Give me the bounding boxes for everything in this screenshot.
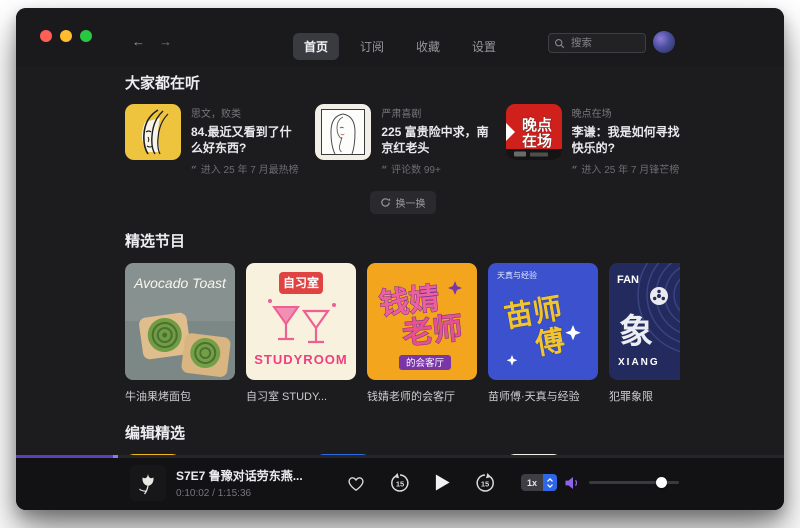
show-caption: 牛油果烤面包 [125, 388, 235, 404]
show-item[interactable]: FAN 象 XIANG 犯罪象限 [609, 263, 680, 404]
svg-text:15: 15 [396, 479, 404, 488]
back-button[interactable]: ← [132, 34, 145, 49]
tab-home[interactable]: 首页 [293, 33, 339, 60]
volume-slider[interactable] [589, 481, 679, 484]
avatar[interactable] [653, 31, 675, 53]
episode-card[interactable]: 思文，败类 84.最近又看到了什么好东西? “ 进入 25 年 7 月最热榜 [125, 104, 299, 176]
search-icon [554, 38, 565, 49]
show-cover-studyroom[interactable]: 自习室 STUDYROOM [246, 263, 356, 380]
podcast-name: 思文，败类 [191, 105, 299, 120]
svg-text:象: 象 [619, 313, 653, 351]
podcast-cover-comedy[interactable] [315, 104, 371, 160]
episode-card[interactable]: 严肃喜剧 225 富贵险中求，南京红老头 “ 评论数 99+ [315, 104, 489, 176]
episode-card[interactable]: 晚点 在场 晚点在场 李谦：我是如何寻找快乐的? “ 进入 25 年 7 月锋芒… [506, 104, 680, 176]
playback-speed-value: 1x [521, 478, 543, 488]
svg-text:FAN: FAN [617, 274, 639, 286]
refresh-button[interactable]: 换一换 [370, 191, 436, 214]
show-cover-avocado[interactable]: Avocado Toast [125, 263, 235, 380]
rewind-15-button[interactable]: 15 [389, 472, 411, 494]
podcast-cover-siwen[interactable] [125, 104, 181, 160]
traffic-lights [40, 30, 92, 42]
episode-title: 李谦：我是如何寻找快乐的? [572, 125, 680, 156]
speed-stepper[interactable] [543, 474, 557, 491]
section-title-featured: 精选节目 [125, 230, 680, 251]
svg-text:的会客厅: 的会客厅 [406, 357, 445, 369]
now-playing-cover[interactable] [130, 465, 166, 501]
forward-15-button[interactable]: 15 [474, 472, 496, 494]
show-item[interactable]: 钱婧 老师 的会客厅 钱婧老师的会客厅 [367, 263, 477, 404]
svg-text:在场: 在场 [522, 132, 552, 150]
search-box[interactable] [548, 33, 646, 53]
podcast-name: 晚点在场 [572, 105, 680, 120]
svg-text:Avocado Toast: Avocado Toast [133, 275, 227, 291]
tab-subscriptions[interactable]: 订阅 [349, 33, 395, 60]
show-caption: 钱婧老师的会客厅 [367, 388, 477, 404]
show-item[interactable]: Avocado Toast [125, 263, 235, 404]
svg-text:15: 15 [481, 479, 489, 488]
stepper-chevrons-icon [546, 477, 554, 489]
volume-control [564, 476, 679, 490]
main-nav: 首页 订阅 收藏 设置 [293, 33, 507, 60]
close-window-button[interactable] [40, 30, 52, 42]
speaker-icon[interactable] [564, 476, 580, 490]
svg-text:老师: 老师 [401, 312, 464, 351]
seek-bar[interactable] [16, 455, 784, 458]
show-caption: 犯罪象限 [609, 388, 680, 404]
forward-button[interactable]: → [159, 34, 172, 49]
trending-row: 思文，败类 84.最近又看到了什么好东西? “ 进入 25 年 7 月最热榜 [125, 104, 680, 176]
episode-title: 225 富贵险中求，南京红老头 [381, 125, 489, 156]
heart-icon [346, 474, 366, 492]
search-input[interactable] [569, 36, 633, 50]
refresh-icon [380, 197, 391, 208]
progress-fill [16, 455, 118, 458]
svg-text:自习室: 自习室 [283, 275, 319, 290]
play-icon [434, 473, 451, 492]
minimize-window-button[interactable] [60, 30, 72, 42]
playback-speed-select[interactable]: 1x [521, 474, 557, 491]
titlebar: ← → 首页 订阅 收藏 设置 [16, 8, 784, 66]
quote-icon: “ [572, 165, 578, 176]
show-item[interactable]: 天真与经验 苗师 傅 苗师傅·天真与经验 [488, 263, 598, 404]
svg-text:XIANG: XIANG [618, 357, 660, 368]
svg-text:天真与经验: 天真与经验 [497, 270, 537, 280]
episode-title: 84.最近又看到了什么好东西? [191, 125, 299, 156]
svg-text:傅: 傅 [532, 324, 567, 362]
play-button[interactable] [434, 473, 451, 492]
episode-meta: “ 进入 25 年 7 月锋芒榜 [572, 156, 680, 176]
app-window: ← → 首页 订阅 收藏 设置 大家都在听 [16, 8, 784, 510]
section-title-trending: 大家都在听 [125, 72, 680, 93]
now-playing-title[interactable]: S7E7 鲁豫对话劳东燕... [176, 467, 303, 484]
volume-knob[interactable] [656, 477, 667, 488]
show-item[interactable]: 自习室 STUDYROOM 自习室 STUDY... [246, 263, 356, 404]
episode-meta: “ 评论数 99+ [381, 156, 489, 176]
featured-shelf: Avocado Toast [125, 263, 680, 404]
episode-meta: “ 进入 25 年 7 月最热榜 [191, 156, 299, 176]
rewind-15-icon: 15 [389, 472, 411, 494]
show-cover-qianjing[interactable]: 钱婧 老师 的会客厅 [367, 263, 477, 380]
show-cover-miaoshifu[interactable]: 天真与经验 苗师 傅 [488, 263, 598, 380]
podcast-name: 严肃喜剧 [381, 105, 489, 120]
quote-icon: “ [191, 165, 197, 176]
now-playing-time: 0:10:02 / 1:15:36 [176, 488, 303, 499]
podcast-cover-wandian[interactable]: 晚点 在场 [506, 104, 562, 160]
player-controls: 15 15 1x [346, 472, 557, 494]
show-caption: 自习室 STUDY... [246, 388, 356, 404]
forward-15-icon: 15 [474, 472, 496, 494]
main-content: 大家都在听 思文，败类 84.最近又看到了什 [16, 66, 784, 455]
show-cover-fanzui[interactable]: FAN 象 XIANG [609, 263, 680, 380]
svg-text:STUDYROOM: STUDYROOM [254, 352, 348, 367]
like-button[interactable] [346, 474, 366, 492]
player-bar: S7E7 鲁豫对话劳东燕... 0:10:02 / 1:15:36 15 [16, 455, 784, 510]
tab-favorites[interactable]: 收藏 [405, 33, 451, 60]
maximize-window-button[interactable] [80, 30, 92, 42]
show-caption: 苗师傅·天真与经验 [488, 388, 598, 404]
tab-settings[interactable]: 设置 [461, 33, 507, 60]
svg-text:晚点: 晚点 [522, 116, 552, 134]
progress-handle[interactable] [113, 455, 118, 458]
section-title-editors: 编辑精选 [125, 422, 680, 443]
quote-icon: “ [381, 165, 387, 176]
